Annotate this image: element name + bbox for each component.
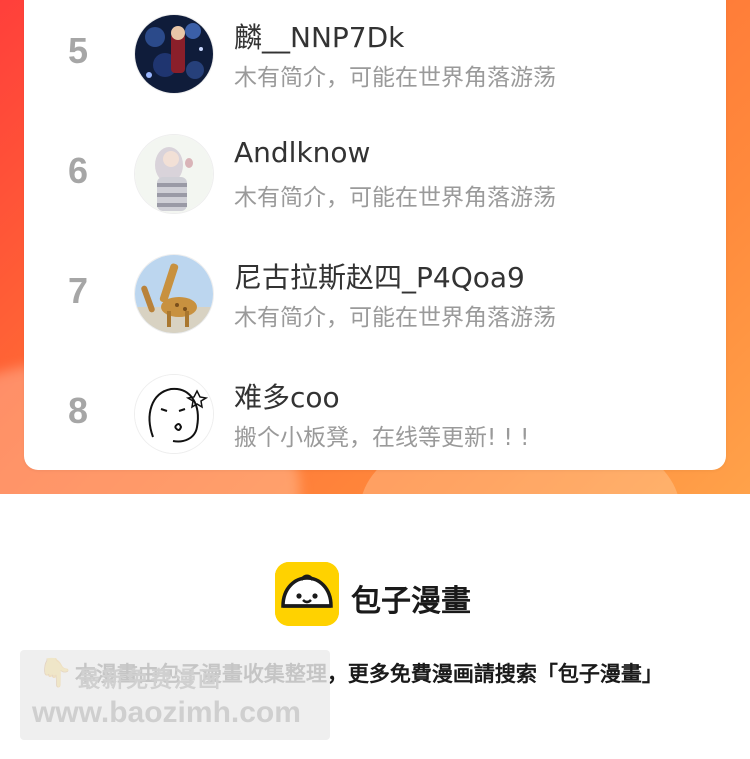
rank-number: 5 xyxy=(67,30,89,71)
username[interactable]: 麟__NNP7Dk xyxy=(234,16,404,56)
rank-number: 7 xyxy=(67,270,89,311)
ranking-row[interactable]: 7 尼古拉斯赵四_P4Qoa9 木有简介，可能在世界角落游荡 xyxy=(24,246,726,346)
ranking-row[interactable]: 5 麟__NNP7Dk 木有简介，可能在世界角落游荡 xyxy=(24,6,726,106)
username[interactable]: Andlknow xyxy=(234,136,370,169)
rank-number: 6 xyxy=(67,150,89,191)
user-bio: 搬个小板凳，在线等更新! ! ! xyxy=(234,425,530,451)
watermark-tagline: 最新免费漫画 xyxy=(78,668,223,693)
site-watermark: 最新免费漫画 www.baozimh.com xyxy=(20,650,330,740)
ranking-card: 5 麟__NNP7Dk 木有简介，可能在世界角落游荡 6 Andlknow 木有… xyxy=(24,0,726,470)
ranking-row[interactable]: 6 Andlknow 木有简介，可能在世界角落游荡 xyxy=(24,126,726,226)
rank-number: 8 xyxy=(67,390,89,431)
ranking-row[interactable]: 8 难多coo 搬个小板凳，在线等更新! ! ! xyxy=(24,366,726,466)
baozi-logo-icon xyxy=(275,562,339,626)
user-bio: 木有简介，可能在世界角落游荡 xyxy=(234,305,556,331)
username[interactable]: 尼古拉斯赵四_P4Qoa9 xyxy=(234,256,525,296)
user-bio: 木有简介，可能在世界角落游荡 xyxy=(234,65,556,91)
avatar[interactable] xyxy=(134,134,214,214)
avatar[interactable] xyxy=(134,254,214,334)
username[interactable]: 难多coo xyxy=(234,376,340,416)
user-bio: 木有简介，可能在世界角落游荡 xyxy=(234,185,556,211)
watermark-url: www.baozimh.com xyxy=(32,696,301,729)
avatar[interactable] xyxy=(134,374,214,454)
brand-name: 包子漫畫 xyxy=(351,584,471,619)
avatar[interactable] xyxy=(134,14,214,94)
ranking-banner-background: 5 麟__NNP7Dk 木有简介，可能在世界角落游荡 6 Andlknow 木有… xyxy=(0,0,750,494)
